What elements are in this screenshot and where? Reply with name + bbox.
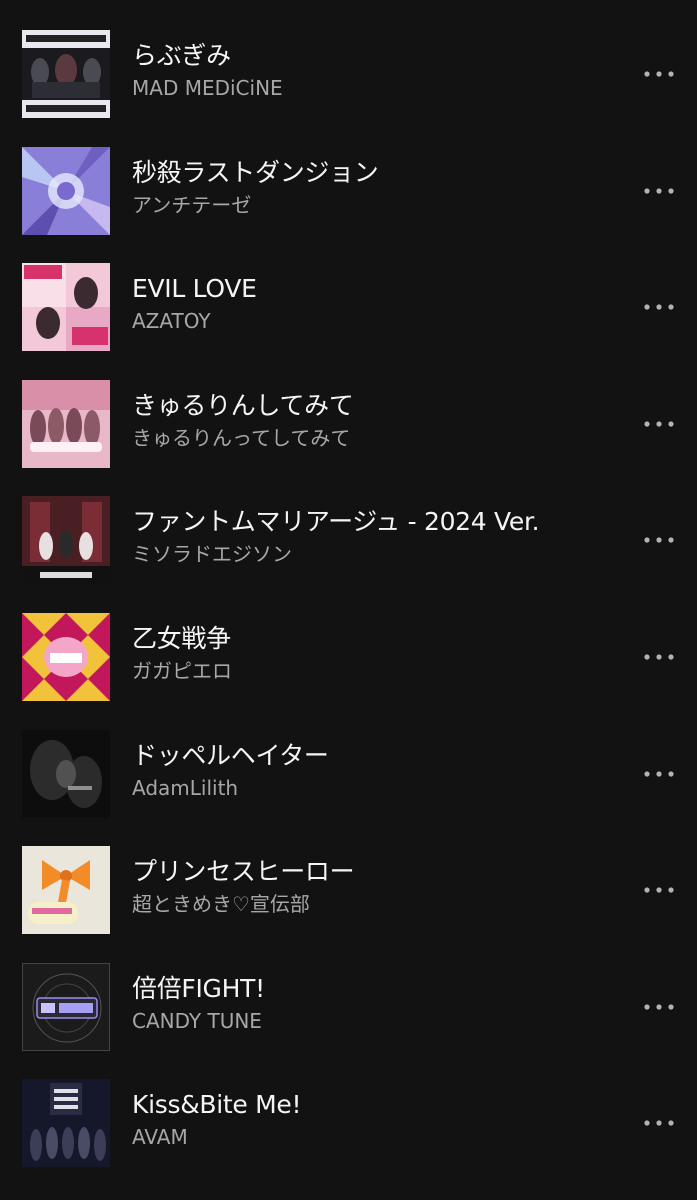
track-artist: MAD MEDiCiNE xyxy=(132,76,283,100)
more-options-button[interactable] xyxy=(637,177,681,205)
track-artist: AVAM xyxy=(132,1125,188,1150)
album-cover xyxy=(22,729,110,818)
track-row[interactable]: プリンセスヒーロー 超ときめき♡宣伝部 xyxy=(0,832,697,949)
track-artist: AdamLilith xyxy=(132,775,239,800)
track-title: きゅるりんしてみて xyxy=(132,390,354,420)
album-cover xyxy=(22,146,110,235)
more-options-icon xyxy=(644,1120,674,1126)
track-row[interactable]: きゅるりんしてみて きゅるりんってしてみて xyxy=(0,366,697,483)
more-options-icon xyxy=(644,187,674,194)
album-cover xyxy=(22,263,110,352)
track-row[interactable]: Kiss&Bite Me! AVAM xyxy=(0,1065,697,1182)
track-title: プリンセスヒーロー xyxy=(132,857,355,887)
track-title: らぶぎみ xyxy=(132,41,231,70)
album-cover xyxy=(22,379,110,468)
album-cover xyxy=(22,496,110,585)
track-list: らぶぎみ MAD MEDiCiNE 秒殺ラストダンジョン アンチテーゼ EVIL… xyxy=(0,16,697,1182)
album-cover xyxy=(22,30,110,118)
track-artist: ミソラドエジソン xyxy=(132,542,292,567)
track-title: 乙女戦争 xyxy=(132,623,231,653)
track-row[interactable]: 秒殺ラストダンジョン アンチテーゼ xyxy=(0,133,697,250)
track-title: 倍倍FIGHT! xyxy=(132,973,265,1003)
album-cover xyxy=(22,962,110,1051)
track-title: ドッペルヘイター xyxy=(132,740,329,770)
more-options-icon xyxy=(644,421,674,427)
track-title: 秒殺ラストダンジョン xyxy=(132,157,379,187)
more-options-button[interactable] xyxy=(637,293,681,321)
track-artist: AZATOY xyxy=(132,309,211,334)
track-title: ファントムマリアージュ - 2024 Ver. xyxy=(132,507,540,537)
more-options-button[interactable] xyxy=(637,993,681,1021)
track-row[interactable]: らぶぎみ MAD MEDiCiNE xyxy=(0,16,697,133)
track-row[interactable]: ファントムマリアージュ - 2024 Ver. ミソラドエジソン xyxy=(0,482,697,599)
track-title: Kiss&Bite Me! xyxy=(132,1090,302,1120)
more-options-icon xyxy=(644,71,674,77)
track-artist: ガガピエロ xyxy=(132,658,232,683)
track-artist: 超ときめき♡宣伝部 xyxy=(132,892,310,917)
more-options-button[interactable] xyxy=(637,60,681,88)
more-options-icon xyxy=(644,537,674,543)
more-options-button[interactable] xyxy=(637,876,681,904)
track-row[interactable]: 倍倍FIGHT! CANDY TUNE xyxy=(0,949,697,1066)
more-options-icon xyxy=(644,887,674,893)
more-options-button[interactable] xyxy=(637,760,681,788)
track-artist: きゅるりんってしてみて xyxy=(132,425,351,450)
more-options-button[interactable] xyxy=(637,526,681,554)
album-cover xyxy=(22,846,110,935)
more-options-icon xyxy=(644,654,674,660)
track-title: EVIL LOVE xyxy=(132,274,257,304)
album-cover xyxy=(22,1079,110,1168)
more-options-icon xyxy=(644,770,674,777)
more-options-button[interactable] xyxy=(637,410,681,438)
track-row[interactable]: ドッペルヘイター AdamLilith xyxy=(0,716,697,833)
track-artist: CANDY TUNE xyxy=(132,1008,262,1033)
more-options-icon xyxy=(644,1004,674,1010)
more-options-button[interactable] xyxy=(637,1109,681,1137)
more-options-button[interactable] xyxy=(637,643,681,671)
more-options-icon xyxy=(644,304,674,310)
track-artist: アンチテーゼ xyxy=(132,192,252,217)
album-cover xyxy=(22,612,110,701)
track-row[interactable]: EVIL LOVE AZATOY xyxy=(0,249,697,366)
track-row[interactable]: 乙女戦争 ガガピエロ xyxy=(0,599,697,716)
